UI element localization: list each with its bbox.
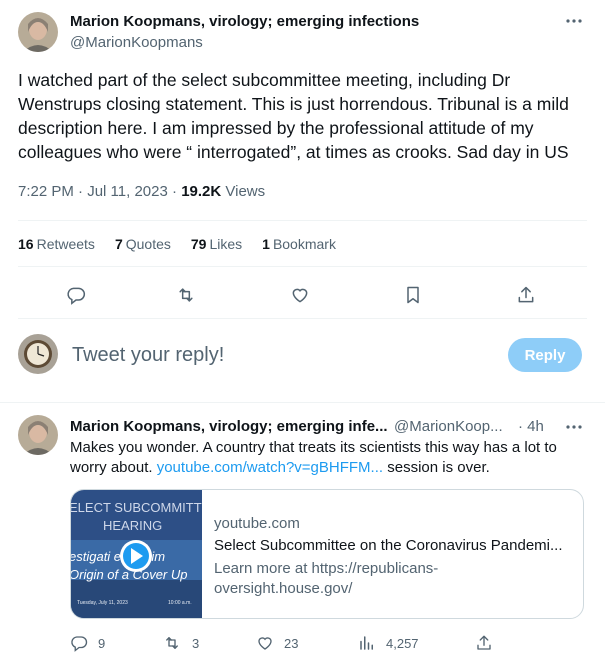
reply-link[interactable]: youtube.com/watch?v=gBHFFM... <box>157 459 383 476</box>
share-icon[interactable] <box>511 280 541 310</box>
stat-likes[interactable]: 79 Likes <box>191 236 242 252</box>
reply-count: 9 <box>98 635 106 651</box>
views-count: 4,257 <box>386 635 419 651</box>
tweet-text: I watched part of the select subcommitte… <box>18 70 569 162</box>
views-label: Views <box>225 183 266 200</box>
retweet-icon[interactable] <box>171 280 201 310</box>
like-count: 23 <box>284 635 299 651</box>
reply-author-avatar[interactable] <box>18 415 58 455</box>
share-icon <box>477 635 491 650</box>
views-count[interactable]: 19.2K <box>181 183 221 200</box>
reply-icon <box>71 636 88 652</box>
stat-retweets[interactable]: 16 Retweets <box>18 236 95 252</box>
user-avatar[interactable] <box>18 334 58 374</box>
tweet-meta: 7:22 PM · Jul 11, 2023 · 19.2K Views <box>18 183 266 200</box>
author-handle[interactable]: @MarionKoopmans <box>70 34 203 51</box>
reply-views-button[interactable]: 4,257 <box>358 632 419 654</box>
reply-like-button[interactable]: 23 <box>256 632 298 654</box>
reply-author-handle[interactable]: @MarionKoop... <box>394 418 503 435</box>
card-title: Select Subcommittee on the Coronavirus P… <box>214 537 563 554</box>
thumb-time: 10:00 a.m. <box>168 600 192 606</box>
tweet-action-bar <box>18 280 587 310</box>
bookmark-icon[interactable] <box>398 280 428 310</box>
reply-retweet-button[interactable]: 3 <box>162 632 199 654</box>
reply-action-bar: 9 3 23 4,257 <box>70 632 590 654</box>
like-icon <box>258 637 272 650</box>
more-options-icon[interactable] <box>563 14 585 28</box>
retweet-count: 3 <box>192 635 200 651</box>
retweet-icon <box>166 637 178 649</box>
tweet-time[interactable]: 7:22 PM <box>18 183 74 200</box>
link-preview-card[interactable]: ELECT SUBCOMMITTE HEARING estigati e Pro… <box>70 489 584 619</box>
stat-quotes[interactable]: 7 Quotes <box>115 236 171 252</box>
play-icon <box>120 540 152 572</box>
reply-share-button[interactable] <box>475 632 493 654</box>
card-domain: youtube.com <box>214 515 300 532</box>
thumb-line2: HEARING <box>103 518 162 533</box>
card-description: Learn more at https://republicans-oversi… <box>214 560 439 597</box>
divider <box>0 402 605 403</box>
card-thumbnail: ELECT SUBCOMMITTE HEARING estigati e Pro… <box>71 490 202 618</box>
views-icon <box>360 636 373 650</box>
reply-input[interactable]: Tweet your reply! <box>72 344 224 367</box>
reply-icon[interactable] <box>61 280 91 310</box>
thumb-line1: ELECT SUBCOMMITTE <box>71 500 202 515</box>
reply-button[interactable]: Reply <box>508 338 582 372</box>
reply-reply-button[interactable]: 9 <box>70 632 105 654</box>
reply-more-options-icon[interactable] <box>563 420 585 434</box>
reply-time[interactable]: · 4h <box>518 418 544 435</box>
divider <box>18 266 587 267</box>
thumb-date: Tuesday, July 11, 2023 <box>77 600 128 606</box>
reply-text: Makes you wonder. A country that treats … <box>70 439 557 476</box>
like-icon[interactable] <box>285 280 315 310</box>
reply-author-name[interactable]: Marion Koopmans, virology; emerging infe… <box>70 418 388 435</box>
stat-bookmarks[interactable]: 1 Bookmark <box>262 236 336 252</box>
author-name[interactable]: Marion Koopmans, virology; emerging infe… <box>70 13 419 30</box>
engagement-stats: 16 Retweets 7 Quotes 79 Likes 1 Bookmark <box>18 236 356 252</box>
divider <box>18 220 587 221</box>
author-avatar[interactable] <box>18 12 58 52</box>
tweet-date[interactable]: Jul 11, 2023 <box>87 183 168 200</box>
divider <box>18 318 587 319</box>
